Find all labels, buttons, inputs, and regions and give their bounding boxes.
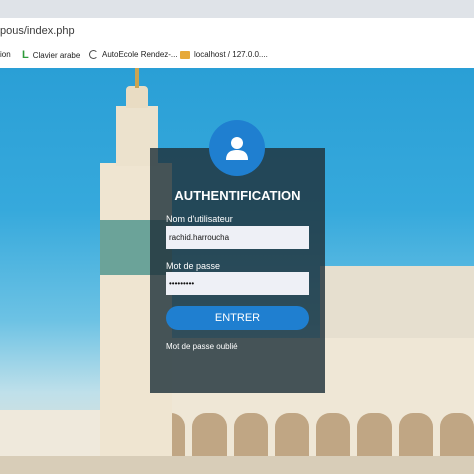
minaret-cap-shape — [126, 86, 148, 108]
bookmark-label: AutoEcole Rendez-... — [102, 50, 178, 59]
bookmark-clavier-arabe[interactable]: L Clavier arabe — [22, 49, 81, 61]
address-bar[interactable]: pous/index.php — [0, 18, 474, 47]
bookmark-label: Clavier arabe — [32, 50, 81, 60]
bookmark-localhost[interactable]: localhost / 127.0.0.... — [180, 50, 268, 59]
letter-l-icon: L — [22, 49, 29, 61]
password-label: Mot de passe — [166, 261, 221, 271]
c-logo-icon — [89, 50, 98, 59]
user-avatar-icon — [209, 120, 265, 176]
folder-icon — [180, 50, 190, 59]
ground-shape — [0, 456, 474, 474]
username-label: Nom d'utilisateur — [166, 214, 233, 224]
bookmarks-bar: ion L Clavier arabe AutoEcole Rendez-...… — [0, 46, 474, 69]
password-input[interactable] — [166, 272, 309, 295]
minaret-spire-shape — [135, 68, 139, 88]
bookmark-label: localhost / 127.0.0.... — [194, 50, 268, 59]
user-icon — [226, 137, 248, 160]
forgot-password-link[interactable]: Mot de passe oublié — [166, 342, 238, 351]
browser-tab-strip — [0, 0, 474, 18]
username-input[interactable] — [166, 226, 309, 249]
roof-shape — [320, 266, 474, 346]
login-title: AUTHENTIFICATION — [174, 188, 301, 203]
address-text[interactable]: pous/index.php — [0, 25, 75, 37]
submit-button[interactable]: ENTRER — [166, 306, 309, 330]
bookmark-autoecole[interactable]: AutoEcole Rendez-... — [89, 50, 178, 59]
bookmark-label: ion — [0, 50, 11, 59]
bookmark-item[interactable]: ion — [0, 50, 11, 59]
